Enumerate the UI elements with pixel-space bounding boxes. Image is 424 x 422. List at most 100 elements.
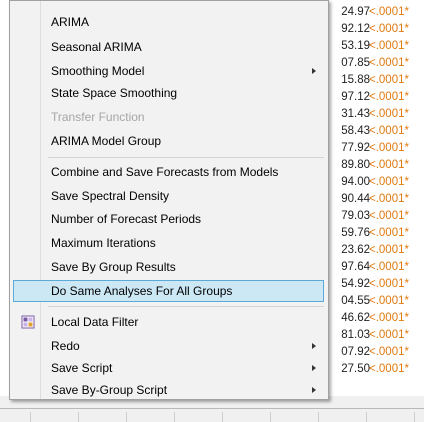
context-menu: ARIMA Seasonal ARIMA Smoothing Model Sta… [9,0,329,400]
p-value: <.0001* [369,244,409,256]
table-row: 24.97 <.0001* [326,4,424,21]
submenu-arrow-icon [312,365,316,371]
table-row: 46.62 <.0001* [326,310,424,327]
submenu-arrow-icon [312,387,316,393]
table-row: 04.55 <.0001* [326,293,424,310]
estimate-value: 53.19 [341,40,370,52]
menu-separator [48,157,324,158]
p-value: <.0001* [369,193,409,205]
menu-item-maximum-iterations[interactable]: Maximum Iterations [13,232,324,254]
menu-item-number-of-forecast-periods[interactable]: Number of Forecast Periods [13,208,324,230]
p-value: <.0001* [369,210,409,222]
table-row: 31.43 <.0001* [326,106,424,123]
table-row: 59.76 <.0001* [326,225,424,242]
menu-item-arima-model-group[interactable]: ARIMA Model Group [13,130,324,152]
menu-item-label: Number of Forecast Periods [51,212,202,226]
estimate-value: 81.03 [341,329,370,341]
table-row: 97.12 <.0001* [326,89,424,106]
menu-item-combine-save-forecasts[interactable]: Combine and Save Forecasts from Models [13,161,324,183]
p-value: <.0001* [369,261,409,273]
estimate-value: 04.55 [341,295,370,307]
table-row: 81.03 <.0001* [326,327,424,344]
estimate-value: 07.85 [341,57,370,69]
menu-item-seasonal-arima[interactable]: Seasonal ARIMA [13,36,324,58]
p-value: <.0001* [369,312,409,324]
menu-item-label: Local Data Filter [51,315,139,329]
menu-item-state-space-smoothing[interactable]: State Space Smoothing [13,82,324,104]
menu-separator [48,306,324,307]
table-row: 77.92 <.0001* [326,140,424,157]
p-value: <.0001* [369,295,409,307]
menu-item-label: Do Same Analyses For All Groups [51,284,233,298]
table-row: 92.12 <.0001* [326,21,424,38]
filter-icon [21,315,35,329]
table-row: 23.62 <.0001* [326,242,424,259]
p-value: <.0001* [369,278,409,290]
estimate-value: 58.43 [341,125,370,137]
estimate-value: 54.92 [341,278,370,290]
menu-item-save-spectral-density[interactable]: Save Spectral Density [13,185,324,207]
p-value: <.0001* [369,108,409,120]
menu-item-do-same-analyses[interactable]: Do Same Analyses For All Groups [13,280,324,302]
estimate-value: 27.50 [341,363,370,375]
menu-item-label: Seasonal ARIMA [51,40,142,54]
menu-item-label: Smoothing Model [51,64,145,78]
table-row: 79.03 <.0001* [326,208,424,225]
menu-item-label: Maximum Iterations [51,236,156,250]
menu-item-arima[interactable]: ARIMA [13,11,324,33]
p-value: <.0001* [369,23,409,35]
table-row: 94.00 <.0001* [326,174,424,191]
estimate-value: 59.76 [341,227,370,239]
menu-item-smoothing-model[interactable]: Smoothing Model [13,60,324,82]
menu-item-label: Save By Group Results [51,260,176,274]
p-value: <.0001* [369,329,409,341]
estimate-value: 31.43 [341,108,370,120]
estimate-value: 07.92 [341,346,370,358]
estimate-value: 24.97 [341,6,370,18]
menu-item-label: Transfer Function [51,110,145,124]
table-row: 07.92 <.0001* [326,344,424,361]
estimate-value: 97.12 [341,91,370,103]
p-value: <.0001* [369,227,409,239]
menu-item-save-by-group-results[interactable]: Save By Group Results [13,256,324,278]
p-value: <.0001* [369,40,409,52]
p-value: <.0001* [369,57,409,69]
estimate-value: 15.88 [341,74,370,86]
estimate-value: 46.62 [341,312,370,324]
estimate-value: 94.00 [341,176,370,188]
menu-item-local-data-filter[interactable]: Local Data Filter [13,311,324,333]
menu-item-save-by-group-script[interactable]: Save By-Group Script [13,379,324,401]
estimate-value: 90.44 [341,193,370,205]
estimate-value: 77.92 [341,142,370,154]
menu-item-label: ARIMA [51,15,90,29]
menu-item-label: ARIMA Model Group [51,134,162,148]
submenu-arrow-icon [312,68,316,74]
submenu-arrow-icon [312,343,316,349]
table-row: 90.44 <.0001* [326,191,424,208]
table-row: 58.43 <.0001* [326,123,424,140]
estimate-value: 89.80 [341,159,370,171]
menu-item-label: Save By-Group Script [51,383,168,397]
menu-item-label: Save Spectral Density [51,189,170,203]
table-row: 07.85 <.0001* [326,55,424,72]
estimate-value: 92.12 [341,23,370,35]
table-row: 27.50 <.0001* [326,361,424,378]
estimate-value: 23.62 [341,244,370,256]
table-row: 54.92 <.0001* [326,276,424,293]
p-value: <.0001* [369,363,409,375]
estimate-value: 97.64 [341,261,370,273]
estimate-value: 79.03 [341,210,370,222]
menu-item-save-script[interactable]: Save Script [13,357,324,379]
table-row: 97.64 <.0001* [326,259,424,276]
menu-item-label: Redo [51,339,80,353]
p-value: <.0001* [369,176,409,188]
p-value: <.0001* [369,6,409,18]
p-value: <.0001* [369,74,409,86]
table-row: 53.19 <.0001* [326,38,424,55]
table-header-cells [30,412,420,422]
p-value: <.0001* [369,125,409,137]
menu-item-redo[interactable]: Redo [13,335,324,357]
p-value: <.0001* [369,142,409,154]
menu-item-label: Save Script [51,361,113,375]
p-value: <.0001* [369,346,409,358]
